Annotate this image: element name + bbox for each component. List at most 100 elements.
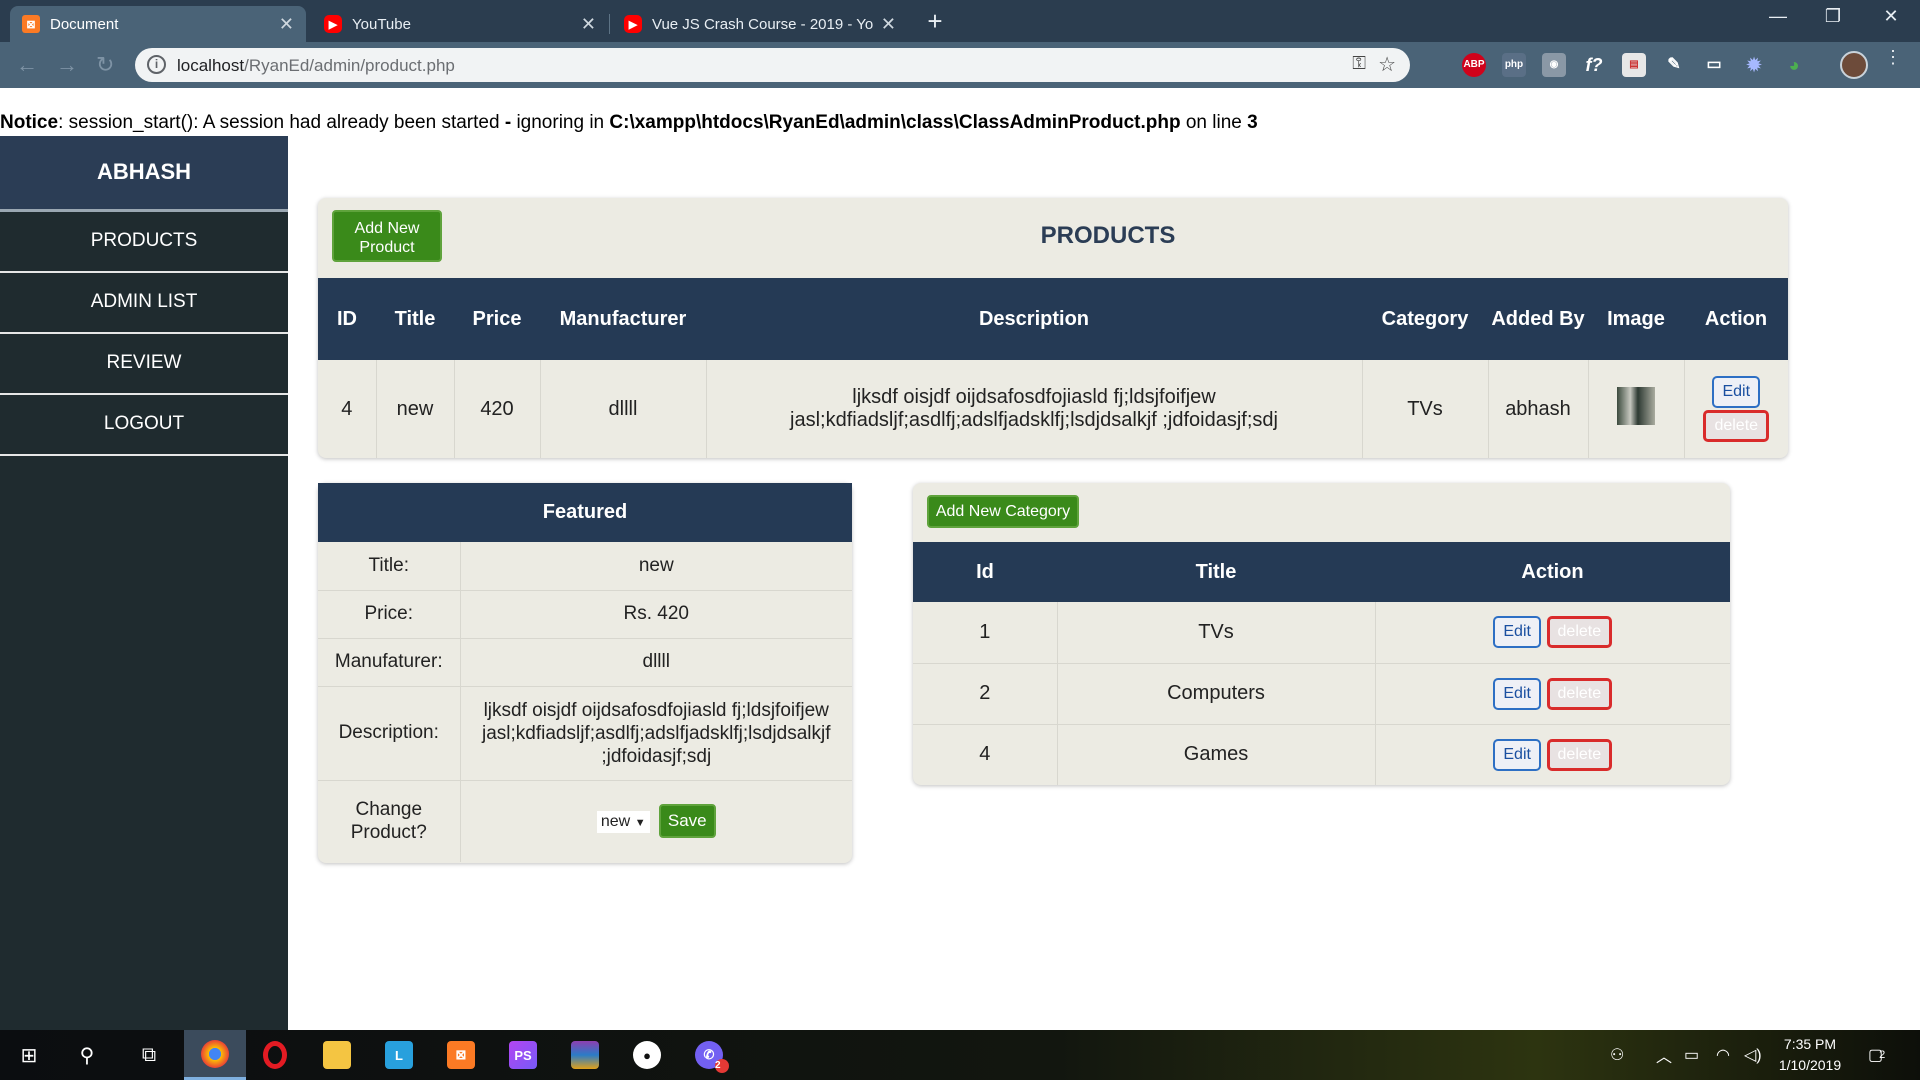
eyedropper-icon[interactable]: ✎ — [1662, 53, 1686, 77]
tab-document[interactable]: ⊠ Document ✕ — [10, 6, 306, 42]
star-icon[interactable]: ☆ — [1378, 52, 1396, 77]
save-button[interactable]: Save — [658, 804, 716, 839]
people-icon[interactable]: ⚇ — [1610, 1030, 1624, 1080]
chrome-icon[interactable] — [184, 1030, 246, 1080]
github-icon[interactable]: ● — [618, 1030, 676, 1080]
windows-start-icon[interactable]: ⊞ — [0, 1030, 58, 1080]
edit-button[interactable]: Edit — [1712, 376, 1761, 408]
cell-action: Edit delete — [1375, 602, 1730, 664]
file-explorer-icon[interactable] — [308, 1030, 366, 1080]
info-icon[interactable]: i — [147, 55, 166, 74]
notice-ignoring: ignoring in — [516, 112, 610, 133]
col-title: Title — [1195, 560, 1237, 583]
camera-icon[interactable]: ◉ — [1542, 53, 1566, 77]
cell-id: 4 — [318, 360, 377, 458]
col-id: Id — [976, 560, 994, 583]
tab-vue-crash-course[interactable]: ▶ Vue JS Crash Course - 2019 - You ✕ — [612, 6, 908, 42]
products-panel: Add New Product PRODUCTS ID Title Price … — [318, 198, 1788, 458]
col-added-by: Added By — [1491, 307, 1585, 330]
tab-title: Vue JS Crash Course - 2019 - You — [652, 15, 873, 33]
gear-icon[interactable]: ✹ — [1742, 53, 1766, 77]
col-category: Category — [1381, 307, 1469, 330]
featured-panel: Featured Title: new Price: Rs. 420 Manuf… — [318, 483, 852, 863]
delete-button[interactable]: delete — [1546, 738, 1613, 771]
xampp-icon: ⊠ — [22, 15, 40, 33]
address-bar[interactable]: i localhost/RyanEd/admin/product.php ⚿ ☆ — [135, 48, 1410, 82]
tab-title: YouTube — [352, 15, 411, 33]
system-clock[interactable]: 7:35 PM 1/10/2019 — [1770, 1034, 1850, 1076]
table-row: Manufaturer: dllll — [318, 638, 852, 687]
close-icon[interactable]: ✕ — [279, 14, 294, 35]
viber-icon[interactable]: ✆ 2 — [680, 1030, 738, 1080]
edit-button[interactable]: Edit — [1493, 738, 1541, 771]
chevron-up-icon[interactable]: ︿ — [1656, 1030, 1672, 1080]
featured-price-value: Rs. 420 — [460, 590, 852, 639]
key-icon[interactable]: ⚿ — [1352, 53, 1366, 74]
notifications-icon[interactable]: ▢ 2 — [1868, 1030, 1885, 1080]
winrar-icon[interactable] — [556, 1030, 614, 1080]
delete-button[interactable]: delete — [1703, 410, 1770, 442]
products-table: ID Title Price Manufacturer Description … — [318, 278, 1788, 458]
profile-avatar[interactable] — [1840, 51, 1868, 79]
volume-icon[interactable]: ◁) — [1744, 1030, 1762, 1080]
cell-action: Edit delete — [1375, 724, 1730, 785]
url-host: localhost — [177, 56, 245, 75]
opera-icon[interactable] — [246, 1030, 304, 1080]
restore-icon[interactable]: ❐ — [1810, 6, 1856, 27]
search-icon[interactable]: ⚲ — [58, 1030, 116, 1080]
notes-extension-icon[interactable]: ▤ — [1622, 53, 1646, 77]
cell-action: Edit delete — [1684, 360, 1788, 458]
font-extension-icon[interactable]: f? — [1582, 53, 1606, 77]
featured-description-value: ljksdf oisjdf oijdsafosdfojiasld fj;ldsj… — [460, 686, 852, 781]
product-select[interactable]: new ▼ — [596, 811, 650, 834]
menu-icon[interactable]: ⋮ — [1884, 48, 1902, 66]
featured-title-value: new — [460, 542, 852, 591]
table-header-row: Featured — [318, 483, 852, 542]
sidebar-item-products[interactable]: PRODUCTS — [0, 212, 288, 273]
xampp-icon[interactable]: ⊠ — [432, 1030, 490, 1080]
product-thumbnail[interactable] — [1617, 387, 1655, 425]
close-icon[interactable]: ✕ — [881, 14, 896, 35]
close-icon[interactable]: ✕ — [581, 14, 596, 35]
notice-dash: - — [499, 112, 517, 133]
tab-separator — [609, 14, 610, 34]
url-text[interactable]: localhost/RyanEd/admin/product.php — [177, 56, 455, 76]
globe-extension-icon[interactable]: ◕ — [1782, 53, 1806, 77]
sidebar-item-admin-list[interactable]: ADMIN LIST — [0, 273, 288, 334]
table-row: 4 new 420 dllll ljksdf oisjdf oijdsafosd… — [318, 360, 1788, 458]
sidebar-item-review[interactable]: REVIEW — [0, 334, 288, 395]
close-window-icon[interactable]: ✕ — [1868, 6, 1914, 27]
table-header-row: Id Title Action — [913, 542, 1730, 602]
edit-button[interactable]: Edit — [1493, 616, 1541, 649]
phpstorm-icon[interactable]: PS — [494, 1030, 552, 1080]
new-tab-button[interactable]: + — [920, 7, 950, 37]
adblock-icon[interactable]: ABP — [1462, 53, 1486, 77]
back-icon[interactable]: ← — [16, 52, 38, 78]
wifi-icon[interactable]: ◠ — [1716, 1030, 1730, 1080]
url-path: /RyanEd/admin/product.php — [244, 56, 455, 75]
edit-button[interactable]: Edit — [1493, 677, 1541, 710]
add-new-category-button[interactable]: Add New Category — [927, 495, 1079, 528]
cell-description: ljksdf oisjdf oijdsafosdfojiasld fj;ldsj… — [706, 360, 1363, 458]
notice-on-line: on line — [1180, 112, 1248, 133]
reload-icon[interactable]: ↻ — [96, 52, 114, 78]
viber-badge: 2 — [715, 1059, 729, 1073]
task-view-icon[interactable]: ⧉ — [120, 1030, 178, 1080]
col-action: Action — [1704, 307, 1768, 330]
windows-taskbar: ⊞ ⚲ ⧉ L ⊠ PS ● ✆ 2 ⚇ ︿ ▭ ◠ ◁) 7:35 PM 1/1… — [0, 1030, 1920, 1080]
table-row: 1 TVs Edit delete — [913, 602, 1730, 664]
sidebar-item-logout[interactable]: LOGOUT — [0, 395, 288, 456]
forward-icon[interactable]: → — [56, 52, 78, 78]
window-extension-icon[interactable]: ▭ — [1702, 53, 1726, 77]
app-l-icon[interactable]: L — [370, 1030, 428, 1080]
featured-manufacturer-value: dllll — [460, 638, 852, 687]
col-action: Action — [1521, 560, 1584, 583]
col-price: Price — [472, 307, 522, 330]
tab-youtube[interactable]: ▶ YouTube ✕ — [312, 6, 608, 42]
battery-icon[interactable]: ▭ — [1684, 1030, 1699, 1080]
delete-button[interactable]: delete — [1546, 677, 1613, 710]
php-extension-icon[interactable]: php — [1502, 53, 1526, 77]
delete-button[interactable]: delete — [1546, 616, 1613, 649]
minimize-icon[interactable]: — — [1755, 6, 1801, 27]
table-row: Title: new — [318, 542, 852, 591]
